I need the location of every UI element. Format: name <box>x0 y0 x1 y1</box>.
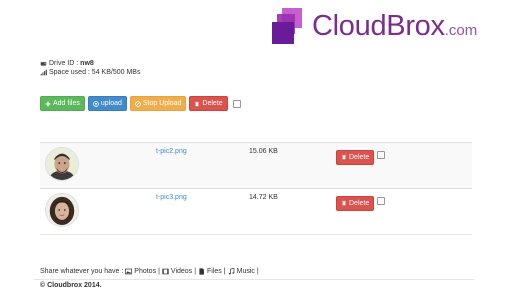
share-prefix: Share whatever you have : <box>40 268 124 275</box>
add-files-label: Add files <box>53 100 80 107</box>
thumbnail-image[interactable] <box>45 193 79 227</box>
file-size: 15.06 KB <box>249 148 278 155</box>
stop-upload-button[interactable]: Stop Upload <box>129 96 187 111</box>
space-used-text: Space used : 54 KB/500 MBs <box>49 69 141 76</box>
drive-id-row: Drive ID : nw8 <box>40 59 140 68</box>
thumbnail-image[interactable] <box>45 147 79 181</box>
upload-label: upload <box>100 100 122 107</box>
file-table: t-pic2.png 15.06 KB Delete t-pic3.png 14… <box>40 142 472 235</box>
delete-file-label: Delete <box>349 199 370 207</box>
row-select-checkbox[interactable] <box>377 197 385 205</box>
music-icon <box>228 268 234 275</box>
drive-id-label: Drive ID : <box>49 60 79 67</box>
stop-upload-label: Stop Upload <box>142 100 182 107</box>
film-icon <box>162 268 169 275</box>
share-files-link[interactable]: Files <box>207 268 222 275</box>
delete-selected-button[interactable]: Delete <box>189 96 228 111</box>
table-row: t-pic2.png 15.06 KB Delete <box>40 142 472 188</box>
trash-icon <box>342 200 346 206</box>
file-name-link[interactable]: t-pic3.png <box>156 194 187 201</box>
space-used-row: Space used : 54 KB/500 MBs <box>40 68 140 77</box>
upload-circle-icon <box>92 100 99 107</box>
delete-selected-label: Delete <box>202 100 223 107</box>
file-size: 14.72 KB <box>249 194 278 201</box>
signal-bars-icon <box>40 69 47 76</box>
share-videos-link[interactable]: Videos <box>171 268 192 275</box>
picture-icon <box>125 268 133 275</box>
footer-divider <box>34 279 474 280</box>
footer-copyright: © Cloudbrox 2014. <box>40 282 102 289</box>
delete-file-button[interactable]: Delete <box>336 149 375 165</box>
row-delete-wrap: Delete <box>336 147 375 165</box>
file-toolbar: Add files upload Stop Upload Delete <box>40 96 241 111</box>
woman-portrait-image <box>46 194 78 226</box>
add-files-button[interactable]: Add files <box>40 96 85 111</box>
table-row: t-pic3.png 14.72 KB Delete <box>40 188 472 235</box>
cloudbrox-logo-mark <box>272 8 302 44</box>
file-name-link[interactable]: t-pic2.png <box>156 148 187 155</box>
select-all-checkbox[interactable] <box>232 99 241 108</box>
row-delete-wrap: Delete <box>336 193 375 211</box>
row-select-checkbox[interactable] <box>377 151 385 159</box>
logo-text: CloudBrox.com <box>312 10 478 42</box>
drive-id-value: nw8 <box>80 60 94 67</box>
delete-file-button[interactable]: Delete <box>336 195 375 211</box>
delete-file-label: Delete <box>349 153 370 161</box>
hdd-icon <box>40 62 47 66</box>
plus-icon <box>45 101 51 106</box>
share-music-link[interactable]: Music <box>237 268 255 275</box>
man-portrait-image <box>46 148 78 180</box>
drive-info: Drive ID : nw8 Space used : 54 KB/500 MBs <box>40 59 140 77</box>
share-bar: Share whatever you have : Photos | Videos… <box>40 268 259 275</box>
trash-icon <box>342 154 346 160</box>
upload-button[interactable]: upload <box>87 96 127 111</box>
file-icon <box>199 268 204 275</box>
trash-icon <box>195 101 200 106</box>
share-photos-link[interactable]: Photos <box>134 268 156 275</box>
ban-icon <box>135 100 141 107</box>
